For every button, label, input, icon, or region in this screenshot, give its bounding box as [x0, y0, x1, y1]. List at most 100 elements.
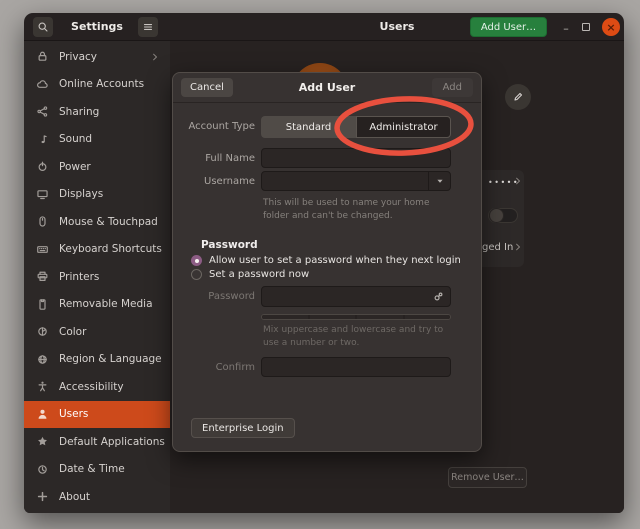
clock-icon — [36, 463, 49, 476]
add-user-button[interactable]: Add User… — [470, 17, 547, 37]
chevron-right-icon — [513, 242, 523, 252]
color-icon — [36, 325, 49, 338]
radio-set-now-label: Set a password now — [209, 269, 309, 280]
sidebar-item-removable-media[interactable]: Removable Media — [24, 291, 170, 319]
sidebar-item-printers[interactable]: Printers — [24, 263, 170, 291]
username-label: Username — [179, 176, 255, 187]
sidebar-item-label: Mouse & Touchpad — [59, 216, 158, 228]
sidebar-item-mouse-touchpad[interactable]: Mouse & Touchpad — [24, 208, 170, 236]
globe-icon — [36, 353, 49, 366]
sidebar-item-color[interactable]: Color — [24, 318, 170, 346]
share-icon — [36, 105, 49, 118]
hamburger-icon — [142, 21, 154, 33]
chevron-right-icon — [513, 176, 523, 186]
sidebar-item-sharing[interactable]: Sharing — [24, 98, 170, 126]
page-title: Users — [170, 20, 624, 33]
password-input[interactable] — [261, 286, 451, 307]
sidebar-item-online-accounts[interactable]: Online Accounts — [24, 71, 170, 99]
username-dropdown-button[interactable] — [428, 172, 450, 190]
username-combo[interactable] — [261, 171, 451, 191]
sound-icon — [36, 133, 49, 146]
username-help-text: This will be used to name your home fold… — [263, 197, 453, 222]
account-type-administrator-button[interactable]: Administrator — [356, 116, 451, 138]
display-icon — [36, 188, 49, 201]
cloud-icon — [36, 78, 49, 91]
radio-next-login-label: Allow user to set a password when they n… — [209, 255, 461, 266]
sidebar-item-label: Removable Media — [59, 298, 153, 310]
confirm-input[interactable] — [261, 357, 451, 377]
radio-unselected-icon — [191, 269, 202, 280]
radio-next-login[interactable]: Allow user to set a password when they n… — [191, 255, 461, 266]
drive-icon — [36, 298, 49, 311]
password-section-heading: Password — [201, 239, 258, 251]
menu-button[interactable] — [138, 17, 158, 37]
radio-selected-icon — [191, 255, 202, 266]
full-name-label: Full Name — [179, 153, 255, 164]
logged-in-row-label: ged In — [482, 242, 513, 253]
printer-icon — [36, 270, 49, 283]
sidebar-item-label: Default Applications — [59, 436, 165, 448]
sidebar: Privacy Online Accounts Sharing Sound Power D… — [24, 41, 170, 513]
add-user-dialog: Cancel Add User Add Account Type Standar… — [172, 72, 482, 452]
sidebar-item-sound[interactable]: Sound — [24, 126, 170, 154]
toggle-knob — [489, 208, 504, 223]
sidebar-item-label: Region & Language — [59, 353, 162, 365]
sidebar-item-label: Users — [59, 408, 88, 420]
sidebar-item-label: Power — [59, 161, 91, 173]
enterprise-login-button[interactable]: Enterprise Login — [191, 418, 295, 438]
sidebar-item-users[interactable]: Users — [24, 401, 170, 429]
power-icon — [36, 160, 49, 173]
confirm-label: Confirm — [179, 362, 255, 373]
sidebar-item-label: Color — [59, 326, 86, 338]
sidebar-item-keyboard-shortcuts[interactable]: Keyboard Shortcuts — [24, 236, 170, 264]
sidebar-item-label: Online Accounts — [59, 78, 144, 90]
account-type-label: Account Type — [179, 121, 255, 132]
headerbar: Settings Users Add User… – × — [24, 13, 624, 41]
sidebar-item-label: Privacy — [59, 51, 97, 63]
keyboard-icon — [36, 243, 49, 256]
chevron-right-icon — [150, 52, 160, 62]
sidebar-item-label: Keyboard Shortcuts — [59, 243, 162, 255]
password-strength-meter — [261, 314, 451, 320]
maximize-button[interactable] — [582, 23, 590, 31]
dialog-header: Cancel Add User Add — [173, 73, 481, 103]
cancel-button[interactable]: Cancel — [181, 78, 233, 97]
sidebar-item-label: Sharing — [59, 106, 99, 118]
sidebar-item-default-applications[interactable]: Default Applications — [24, 428, 170, 456]
sidebar-item-label: Date & Time — [59, 463, 125, 475]
minimize-button[interactable]: – — [558, 19, 574, 35]
remove-user-button[interactable]: Remove User… — [448, 467, 527, 488]
sidebar-item-about[interactable]: About — [24, 483, 170, 511]
sidebar-item-privacy[interactable]: Privacy — [24, 43, 170, 71]
sidebar-item-power[interactable]: Power — [24, 153, 170, 181]
users-icon — [36, 408, 49, 421]
lock-icon — [36, 50, 49, 63]
pencil-icon — [512, 91, 524, 103]
sidebar-item-label: Printers — [59, 271, 99, 283]
full-name-input[interactable] — [261, 148, 451, 168]
radio-set-now[interactable]: Set a password now — [191, 269, 309, 280]
automatic-login-toggle[interactable] — [488, 208, 518, 223]
close-button[interactable]: × — [602, 18, 620, 36]
sidebar-item-displays[interactable]: Displays — [24, 181, 170, 209]
star-icon — [36, 435, 49, 448]
sidebar-item-label: Sound — [59, 133, 92, 145]
sidebar-item-label: Accessibility — [59, 381, 124, 393]
sidebar-item-label: Displays — [59, 188, 103, 200]
password-label: Password — [179, 291, 255, 302]
generate-password-icon[interactable] — [432, 290, 445, 303]
accessibility-icon — [36, 380, 49, 393]
sidebar-item-label: About — [59, 491, 90, 503]
settings-window: Settings Users Add User… – × Privacy Onli… — [24, 13, 624, 513]
account-type-standard-button[interactable]: Standard — [261, 116, 356, 138]
sidebar-item-accessibility[interactable]: Accessibility — [24, 373, 170, 401]
close-icon: × — [606, 22, 615, 33]
mouse-icon — [36, 215, 49, 228]
sidebar-item-region-language[interactable]: Region & Language — [24, 346, 170, 374]
add-button[interactable]: Add — [432, 78, 473, 97]
password-hint-text: Mix uppercase and lowercase and try to u… — [263, 324, 453, 349]
about-icon — [36, 490, 49, 503]
edit-avatar-button[interactable] — [505, 84, 531, 110]
caret-down-icon — [434, 175, 446, 187]
sidebar-item-date-time[interactable]: Date & Time — [24, 456, 170, 484]
